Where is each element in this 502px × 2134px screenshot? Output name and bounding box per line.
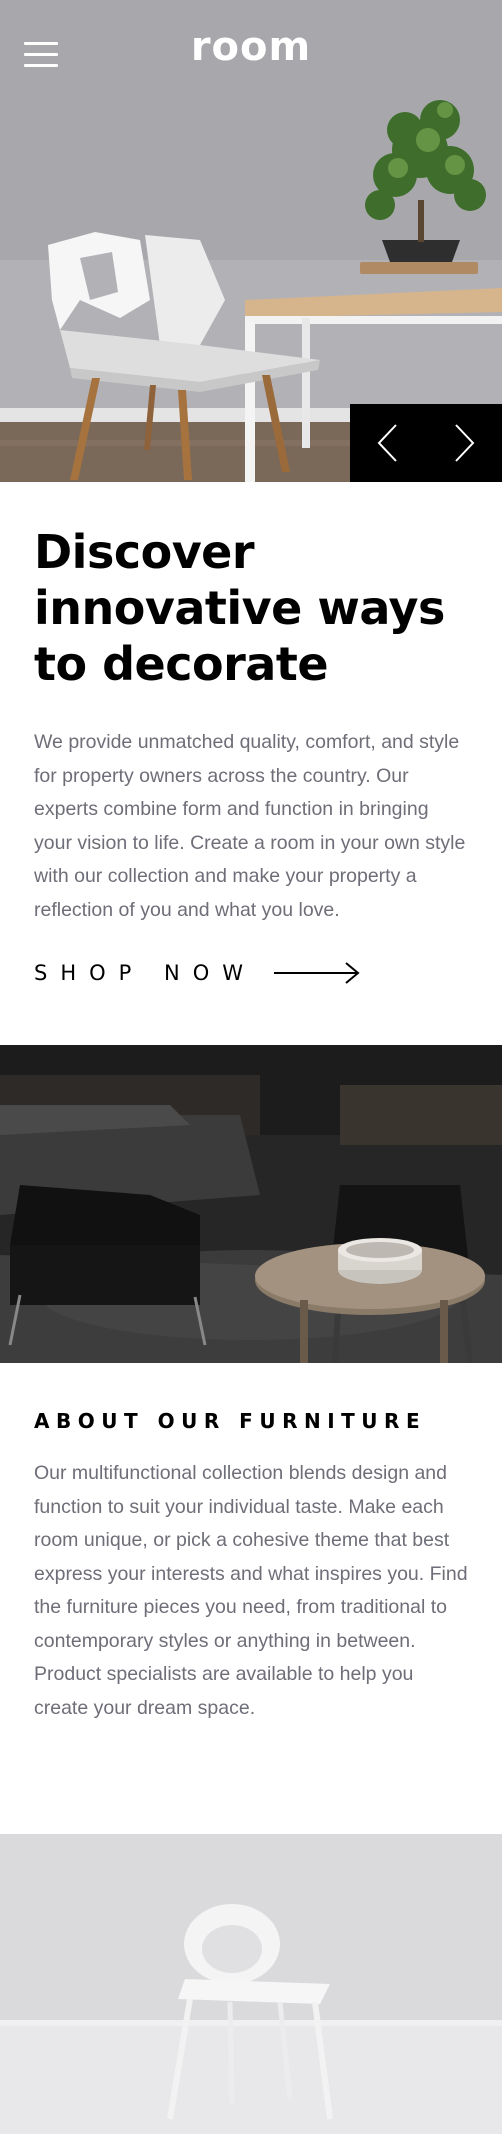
bottom-image bbox=[0, 1834, 502, 2134]
long-arrow-right-icon bbox=[274, 962, 360, 984]
about-title: ABOUT OUR FURNITURE bbox=[34, 1409, 427, 1433]
page-headline: Discover innovative ways to decorate bbox=[34, 525, 445, 691]
about-image bbox=[0, 1045, 502, 1363]
about-paragraph: Our multifunctional collection blends de… bbox=[34, 1462, 468, 1719]
intro-section: Discover innovative ways to decorate We … bbox=[0, 482, 502, 1045]
slider-controls bbox=[350, 404, 502, 482]
about-section: ABOUT OUR FURNITURE Our multifunctional … bbox=[0, 1363, 502, 1834]
hero-section: room bbox=[0, 0, 502, 482]
light-white-chair-image bbox=[0, 1834, 502, 2134]
intro-paragraph: We provide unmatched quality, comfort, a… bbox=[34, 731, 466, 921]
chevron-right-icon bbox=[455, 424, 475, 462]
dark-living-room-image bbox=[0, 1045, 502, 1363]
shop-now-link[interactable]: SHOP NOW bbox=[34, 961, 470, 1045]
site-logo[interactable]: room bbox=[0, 24, 502, 70]
slider-next-button[interactable] bbox=[426, 404, 502, 482]
slider-prev-button[interactable] bbox=[350, 404, 426, 482]
chevron-left-icon bbox=[377, 424, 397, 462]
shop-now-label: SHOP NOW bbox=[34, 961, 256, 985]
